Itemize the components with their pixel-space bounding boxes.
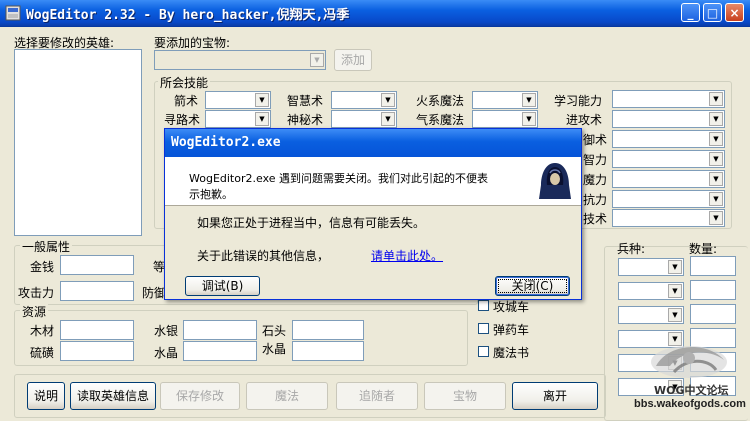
- skill-label: 进攻术: [566, 113, 603, 127]
- crystal-field[interactable]: [183, 341, 257, 361]
- skill-label: 箭术: [174, 94, 199, 108]
- watermark-swirl-icon: [651, 346, 727, 378]
- skill-combo[interactable]: ▼: [205, 91, 271, 109]
- spellbook-checkbox[interactable]: [478, 346, 489, 357]
- skill-combo[interactable]: ▼: [612, 90, 725, 108]
- skill-combo[interactable]: ▼: [612, 150, 725, 168]
- stone-label: 石头: [262, 324, 287, 338]
- skill-combo[interactable]: ▼: [331, 110, 397, 128]
- troop-count-field[interactable]: [690, 256, 736, 276]
- dialog-title: WogEditor2.exe: [171, 135, 281, 150]
- spellbook-label: 魔法书: [493, 346, 530, 360]
- skill-label: 抗力: [583, 193, 608, 207]
- skill-label: 寻路术: [164, 113, 201, 127]
- minimize-button[interactable]: _: [681, 3, 700, 22]
- skill-label: 火系魔法: [416, 94, 465, 108]
- error-dialog: WogEditor2.exe WogEditor2.exe 遇到问题需要关闭。我…: [164, 128, 582, 300]
- skill-label: 气系魔法: [416, 113, 465, 127]
- dialog-title-bar: WogEditor2.exe: [165, 129, 581, 157]
- skill-label: 技术: [583, 212, 608, 226]
- siege-cart-label: 攻城车: [493, 300, 530, 314]
- troop-count-field[interactable]: [690, 304, 736, 324]
- hooded-figure-icon: [539, 163, 571, 199]
- mercury-field[interactable]: [183, 320, 257, 340]
- skill-label: 智力: [583, 153, 608, 167]
- stone-field[interactable]: [292, 320, 364, 340]
- skill-label: 魔力: [583, 173, 608, 187]
- mercury-label: 水银: [154, 324, 179, 338]
- hero-listbox[interactable]: [14, 49, 142, 236]
- skill-label: 智慧术: [287, 94, 324, 108]
- attack-field[interactable]: [60, 281, 134, 301]
- dialog-message-line2: 示抱歉。: [189, 188, 233, 201]
- main-window: WogEditor 2.32 - By hero_hacker,倪翔天,冯季 _…: [0, 0, 750, 421]
- general-group-label: 一般属性: [20, 238, 73, 255]
- debug-button[interactable]: 调试(B): [185, 276, 260, 296]
- forum-watermark: WOG中文论坛 bbs.wakeofgods.com: [634, 336, 746, 416]
- troop-type-combo[interactable]: ▼: [618, 282, 684, 300]
- help-button[interactable]: 说明: [27, 382, 65, 410]
- exit-button[interactable]: 离开: [512, 382, 598, 410]
- skill-combo[interactable]: ▼: [205, 110, 271, 128]
- dialog-warning: 如果您正处于进程当中，信息有可能丢失。: [197, 216, 426, 230]
- dialog-message-line1: WogEditor2.exe 遇到问题需要关闭。我们对此引起的不便表: [189, 172, 489, 185]
- attack-label: 攻击力: [18, 286, 55, 300]
- close-button[interactable]: ×: [725, 3, 744, 22]
- siege-cart-checkbox[interactable]: [478, 300, 489, 311]
- dialog-close-button[interactable]: 关闭(C): [495, 276, 570, 296]
- resources-group-label: 资源: [20, 303, 49, 320]
- skill-combo[interactable]: ▼: [472, 91, 538, 109]
- skill-label: 学习能力: [554, 94, 603, 108]
- skills-group-label: 所会技能: [158, 74, 211, 91]
- save-button[interactable]: 保存修改: [160, 382, 240, 410]
- skill-combo[interactable]: ▼: [612, 170, 725, 188]
- skill-combo[interactable]: ▼: [331, 91, 397, 109]
- read-hero-button[interactable]: 读取英雄信息: [70, 382, 156, 410]
- treasure-combo[interactable]: ▼: [154, 50, 326, 70]
- dialog-message-area: WogEditor2.exe 遇到问题需要关闭。我们对此引起的不便表 示抱歉。: [165, 157, 581, 206]
- watermark-title: WOG中文论坛: [654, 384, 729, 397]
- title-bar: WogEditor 2.32 - By hero_hacker,倪翔天,冯季 _…: [0, 0, 750, 27]
- sulfur-label: 硫磺: [30, 346, 55, 360]
- troop-type-combo[interactable]: ▼: [618, 306, 684, 324]
- window-title: WogEditor 2.32 - By hero_hacker,倪翔天,冯季: [26, 8, 350, 23]
- dialog-info-link[interactable]: 请单击此处。: [371, 247, 443, 264]
- wood-label: 木材: [30, 324, 55, 338]
- money-label: 金钱: [30, 260, 55, 274]
- skill-combo[interactable]: ▼: [612, 130, 725, 148]
- defense-label: 防御: [142, 286, 167, 300]
- skill-label: 御术: [583, 133, 608, 147]
- watermark-url: bbs.wakeofgods.com: [634, 398, 746, 410]
- wood-field[interactable]: [60, 320, 134, 340]
- skill-combo[interactable]: ▼: [612, 190, 725, 208]
- troop-type-label: 兵种:: [617, 242, 646, 256]
- skill-label: 神秘术: [287, 113, 324, 127]
- gems-field[interactable]: [292, 341, 364, 361]
- add-treasure-button[interactable]: 添加: [334, 49, 372, 71]
- followers-button[interactable]: 追随者: [336, 382, 418, 410]
- treasure-button[interactable]: 宝物: [424, 382, 506, 410]
- ammo-cart-checkbox[interactable]: [478, 323, 489, 334]
- troop-count-field[interactable]: [690, 280, 736, 300]
- maximize-button[interactable]: □: [703, 3, 722, 22]
- sulfur-field[interactable]: [60, 341, 134, 361]
- ammo-cart-label: 弹药车: [493, 323, 530, 337]
- skill-combo[interactable]: ▼: [472, 110, 538, 128]
- skill-combo[interactable]: ▼: [612, 209, 725, 227]
- treasure-label: 要添加的宝物:: [154, 36, 231, 50]
- magic-button[interactable]: 魔法: [246, 382, 328, 410]
- troop-count-label: 数量:: [689, 242, 718, 256]
- gems-label: 水晶: [262, 342, 287, 356]
- crystal-label: 水晶: [154, 346, 179, 360]
- app-icon: [5, 5, 21, 21]
- money-field[interactable]: [60, 255, 134, 275]
- dialog-info-prefix: 关于此错误的其他信息，: [197, 249, 330, 263]
- troop-type-combo[interactable]: ▼: [618, 258, 684, 276]
- skill-combo[interactable]: ▼: [612, 110, 725, 128]
